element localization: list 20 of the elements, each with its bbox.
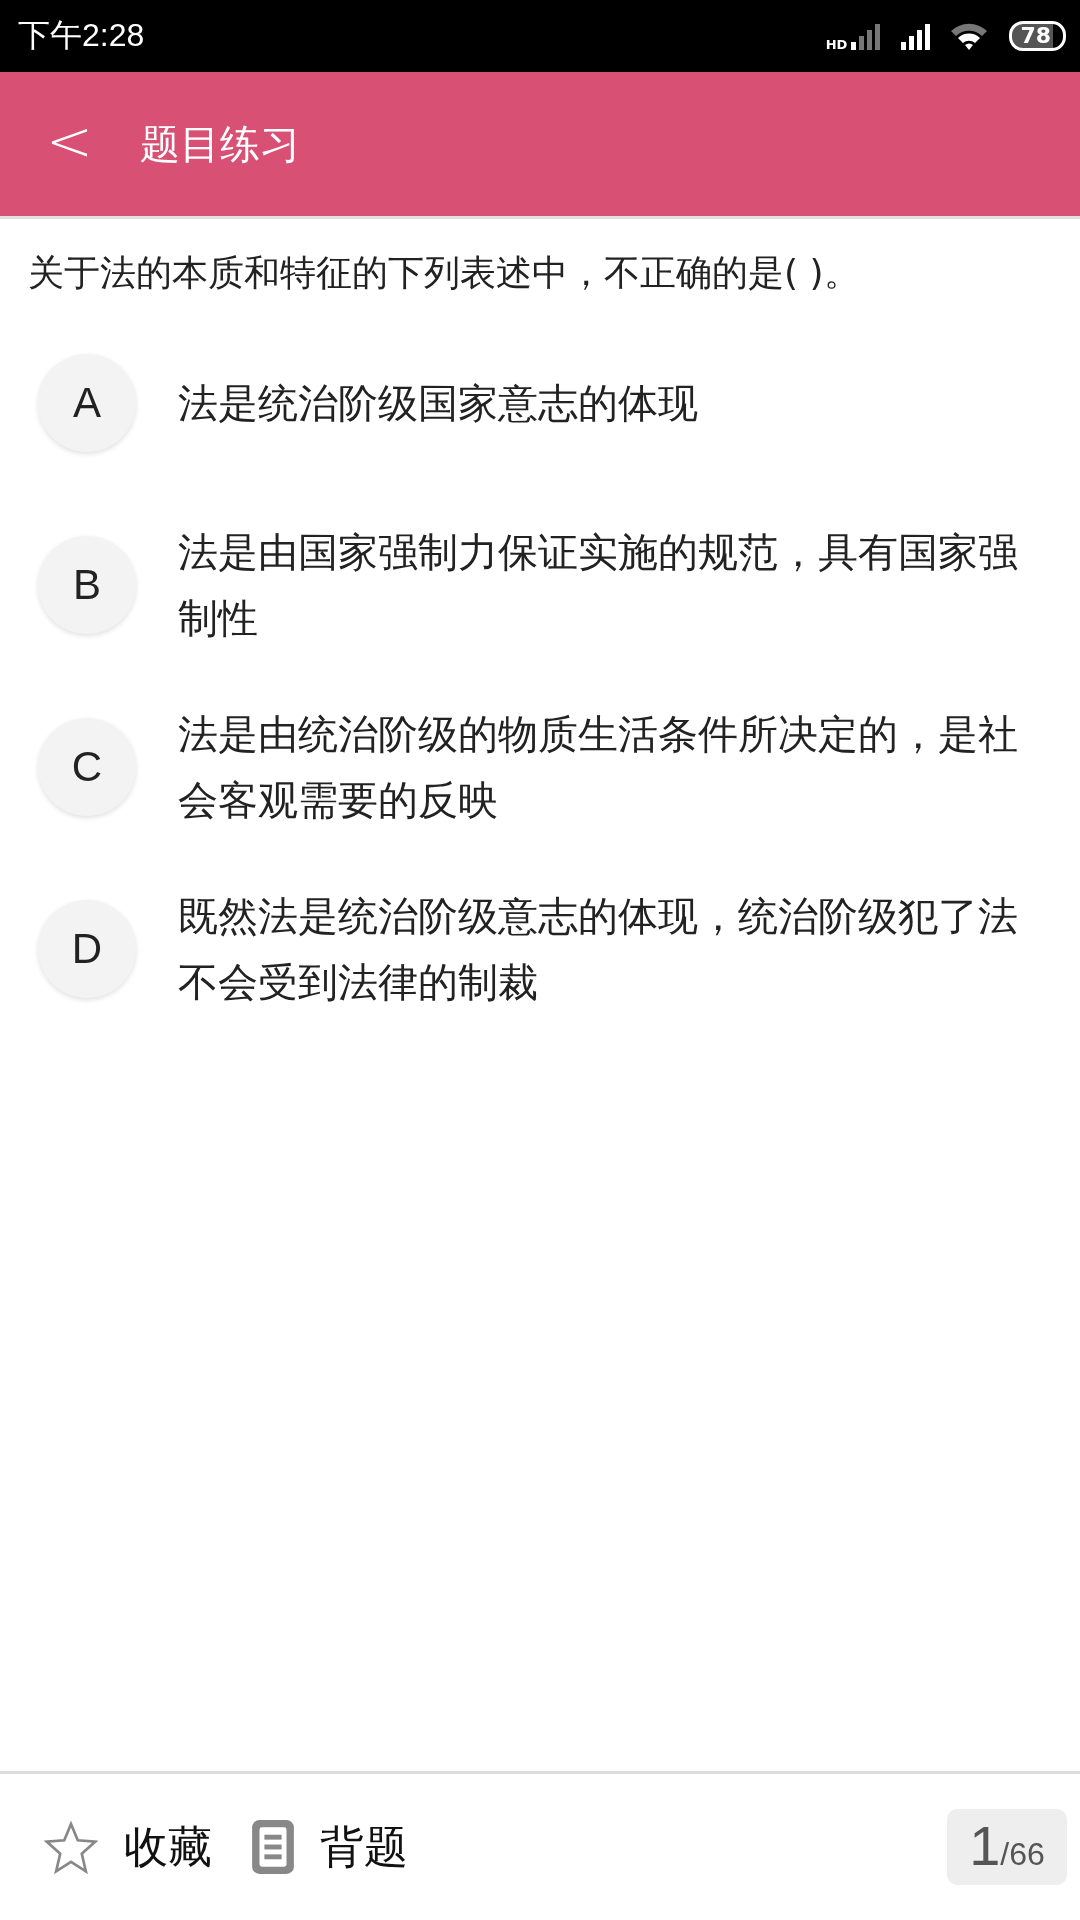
favorite-button[interactable]: 收藏 xyxy=(44,1817,212,1877)
memorize-button[interactable]: 背题 xyxy=(252,1817,408,1877)
document-icon xyxy=(252,1820,294,1874)
status-time: 下午2:28 xyxy=(18,16,145,55)
network-type-label: HD xyxy=(825,36,848,52)
wifi-icon xyxy=(949,21,990,51)
page-title: 题目练习 xyxy=(140,119,300,169)
option-letter-button[interactable]: C xyxy=(38,718,136,816)
battery-indicator: 78 xyxy=(1009,21,1066,51)
back-button[interactable]: < xyxy=(0,107,140,181)
option-text[interactable]: 法是由国家强制力保证实施的规范，具有国家强制性 xyxy=(178,519,1050,651)
total-count: /66 xyxy=(1000,1836,1045,1873)
option-letter-button[interactable]: D xyxy=(38,900,136,998)
option-letter-button[interactable]: B xyxy=(38,536,136,634)
option-text[interactable]: 法是由统治阶级的物质生活条件所决定的，是社会客观需要的反映 xyxy=(178,701,1050,833)
current-number: 1 xyxy=(969,1813,1001,1878)
question-text: 关于法的本质和特征的下列表述中，不正确的是( )。 xyxy=(27,251,861,295)
option-text[interactable]: 既然法是统治阶级意志的体现，统治阶级犯了法不会受到法律的制裁 xyxy=(178,883,1050,1015)
option-letter-button[interactable]: A xyxy=(38,354,136,452)
option-text[interactable]: 法是统治阶级国家意志的体现 xyxy=(178,370,698,436)
